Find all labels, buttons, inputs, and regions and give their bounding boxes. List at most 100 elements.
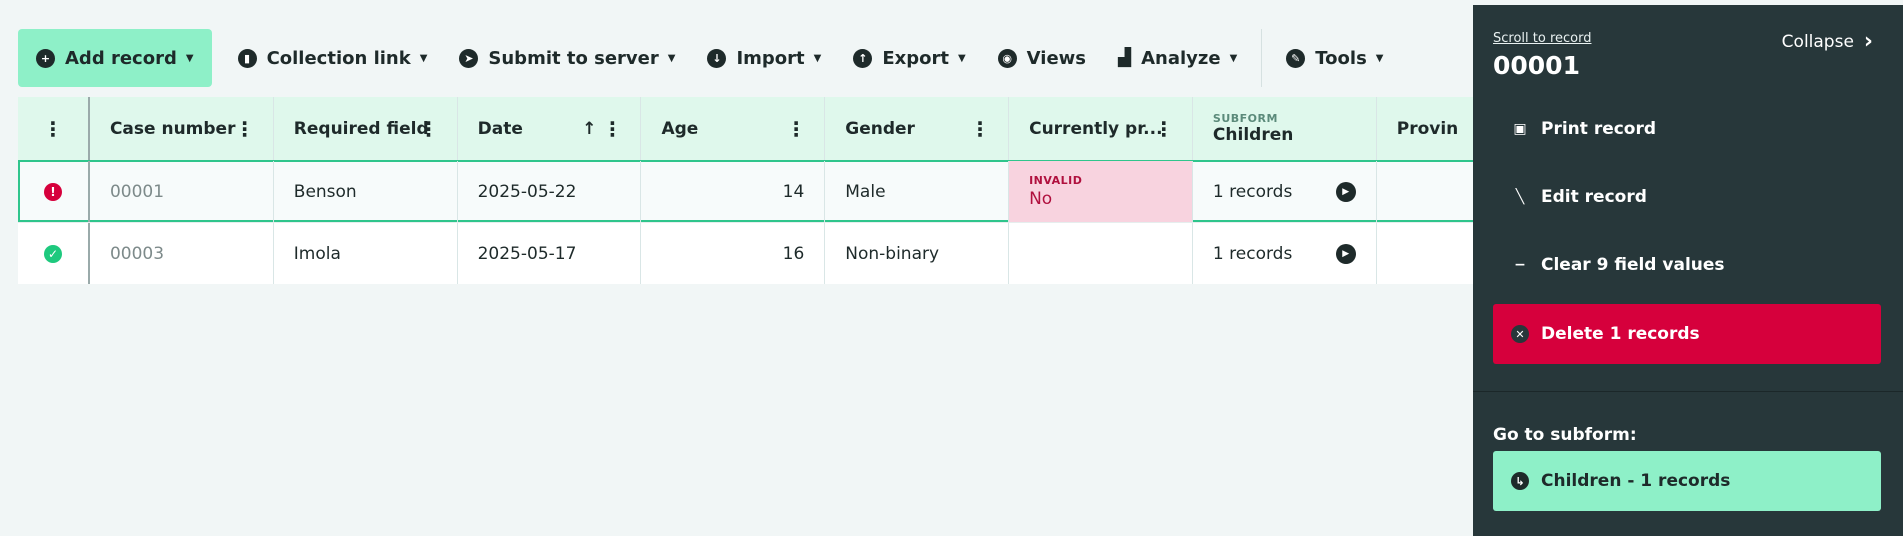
kebab-icon[interactable]: ⋮ <box>1154 119 1174 139</box>
print-record-button[interactable]: ▣ Print record <box>1493 99 1881 159</box>
toolbar-divider <box>1261 29 1263 87</box>
column-header-label: Provin <box>1396 118 1459 139</box>
province-cell[interactable] <box>1377 161 1475 222</box>
wrench-icon: ✎ <box>1286 48 1306 68</box>
send-icon: ➤ <box>459 48 479 68</box>
caret-down-icon: ▼ <box>1375 52 1384 64</box>
required-field-cell[interactable]: Benson <box>274 161 458 222</box>
kebab-icon[interactable]: ⋮ <box>602 119 622 139</box>
collapse-button[interactable]: Collapse › <box>1782 29 1873 54</box>
scroll-to-record-link[interactable]: Scroll to record <box>1493 31 1591 46</box>
currently-cell[interactable] <box>1009 223 1193 284</box>
column-header-children[interactable]: SUBFORM Children <box>1193 97 1377 160</box>
column-header-province[interactable]: Provin <box>1377 97 1475 160</box>
column-header-age[interactable]: Age ⋮ <box>641 97 826 160</box>
currently-value: No <box>1029 189 1053 209</box>
column-header-date[interactable]: Date ↑ ⋮ <box>458 97 642 160</box>
import-icon: ↓ <box>707 48 727 68</box>
subform-arrow-icon: ↳ <box>1511 472 1529 490</box>
currently-cell-invalid[interactable]: INVALID No <box>1009 161 1193 222</box>
age-cell[interactable]: 14 <box>641 161 826 222</box>
kebab-icon: ⋮ <box>42 116 63 141</box>
kebab-icon[interactable]: ⋮ <box>419 119 439 139</box>
subform-link-label: Children - 1 records <box>1541 471 1731 491</box>
print-record-label: Print record <box>1541 119 1657 139</box>
printer-icon: ▣ <box>1513 121 1527 137</box>
minus-icon: − <box>1514 257 1526 273</box>
column-header-label: Case number <box>109 118 236 139</box>
kebab-icon[interactable]: ⋮ <box>235 119 255 139</box>
province-cell[interactable] <box>1377 223 1475 284</box>
children-count: 1 records <box>1212 181 1293 202</box>
pencil-icon: ╲ <box>1515 189 1525 205</box>
close-circle-icon: ✕ <box>1511 325 1529 343</box>
case-number-cell[interactable]: 00003 <box>90 223 274 284</box>
add-record-label: Add record <box>65 47 177 69</box>
children-cell[interactable]: 1 records ▶ <box>1193 161 1377 222</box>
caret-down-icon: ▼ <box>813 52 822 64</box>
required-field-cell[interactable]: Imola <box>274 223 458 284</box>
edit-record-label: Edit record <box>1541 187 1647 207</box>
subform-children-button[interactable]: ↳ Children - 1 records <box>1493 451 1881 511</box>
tools-button[interactable]: ✎ Tools ▼ <box>1270 29 1399 87</box>
records-table: ⋮ Case number ⋮ Required field ⋮ Date ↑ … <box>18 97 1475 284</box>
date-cell[interactable]: 2025-05-17 <box>458 223 642 284</box>
column-header-case-number[interactable]: Case number ⋮ <box>90 97 274 160</box>
panel-divider <box>1473 391 1903 392</box>
clear-values-label: Clear 9 field values <box>1541 255 1725 275</box>
record-actions-panel: Scroll to record 00001 Collapse › ▣ Prin… <box>1473 5 1903 536</box>
analyze-button[interactable]: ▟ Analyze ▼ <box>1102 29 1253 87</box>
eye-icon: ◉ <box>997 48 1017 68</box>
play-circle-icon[interactable]: ▶ <box>1335 243 1356 264</box>
record-id: 00001 <box>1493 51 1580 80</box>
table-row[interactable]: ✓ 00003 Imola 2025-05-17 16 Non-binary 1… <box>18 222 1475 284</box>
children-count: 1 records <box>1212 243 1293 264</box>
gender-cell[interactable]: Male <box>825 161 1010 222</box>
analyze-label: Analyze <box>1141 47 1221 69</box>
submit-to-server-button[interactable]: ➤ Submit to server ▼ <box>443 29 691 87</box>
caret-down-icon: ▼ <box>419 52 428 64</box>
children-cell[interactable]: 1 records ▶ <box>1193 223 1377 284</box>
play-circle-icon[interactable]: ▶ <box>1335 181 1356 202</box>
import-button[interactable]: ↓ Import ▼ <box>691 29 837 87</box>
row-menu-header[interactable]: ⋮ <box>18 97 90 160</box>
column-header-gender[interactable]: Gender ⋮ <box>825 97 1010 160</box>
table-header: ⋮ Case number ⋮ Required field ⋮ Date ↑ … <box>18 97 1475 160</box>
edit-record-button[interactable]: ╲ Edit record <box>1493 167 1881 227</box>
plus-icon: + <box>36 48 55 68</box>
subform-tag: SUBFORM <box>1212 112 1278 125</box>
views-button[interactable]: ◉ Views <box>982 29 1102 87</box>
case-number-cell[interactable]: 00001 <box>90 161 274 222</box>
caret-down-icon: ▼ <box>957 52 966 64</box>
add-record-button[interactable]: + Add record ▼ <box>18 29 212 87</box>
export-label: Export <box>882 47 949 69</box>
caret-down-icon: ▼ <box>1229 52 1238 64</box>
row-status-cell[interactable]: ✓ <box>18 223 90 284</box>
bar-chart-icon: ▟ <box>1118 48 1132 68</box>
table-row[interactable]: ! 00001 Benson 2025-05-22 14 Male INVALI… <box>18 160 1475 222</box>
gender-cell[interactable]: Non-binary <box>825 223 1010 284</box>
date-cell[interactable]: 2025-05-22 <box>458 161 642 222</box>
column-header-currently[interactable]: Currently pr... ⋮ <box>1009 97 1193 160</box>
delete-records-button[interactable]: ✕ Delete 1 records <box>1493 304 1881 364</box>
column-header-label: Gender <box>845 118 915 139</box>
collection-link-label: Collection link <box>266 47 411 69</box>
row-status-cell[interactable]: ! <box>18 161 90 222</box>
collection-link-button[interactable]: ▮ Collection link ▼ <box>222 29 444 87</box>
delete-records-label: Delete 1 records <box>1541 324 1700 344</box>
column-header-label: Date <box>477 118 523 139</box>
column-header-required-field[interactable]: Required field ⋮ <box>274 97 458 160</box>
check-circle-icon: ✓ <box>43 244 62 263</box>
export-icon: ↑ <box>853 48 873 68</box>
invalid-label: INVALID <box>1029 174 1083 187</box>
export-button[interactable]: ↑ Export ▼ <box>837 29 981 87</box>
age-cell[interactable]: 16 <box>641 223 826 284</box>
kebab-icon[interactable]: ⋮ <box>970 119 990 139</box>
clear-field-values-button[interactable]: − Clear 9 field values <box>1493 235 1881 295</box>
caret-down-icon: ▼ <box>667 52 676 64</box>
column-header-label: Age <box>661 118 699 139</box>
submit-to-server-label: Submit to server <box>488 47 659 69</box>
sort-ascending-icon[interactable]: ↑ <box>582 119 596 139</box>
column-header-label: Currently pr... <box>1029 118 1163 139</box>
kebab-icon[interactable]: ⋮ <box>786 119 806 139</box>
